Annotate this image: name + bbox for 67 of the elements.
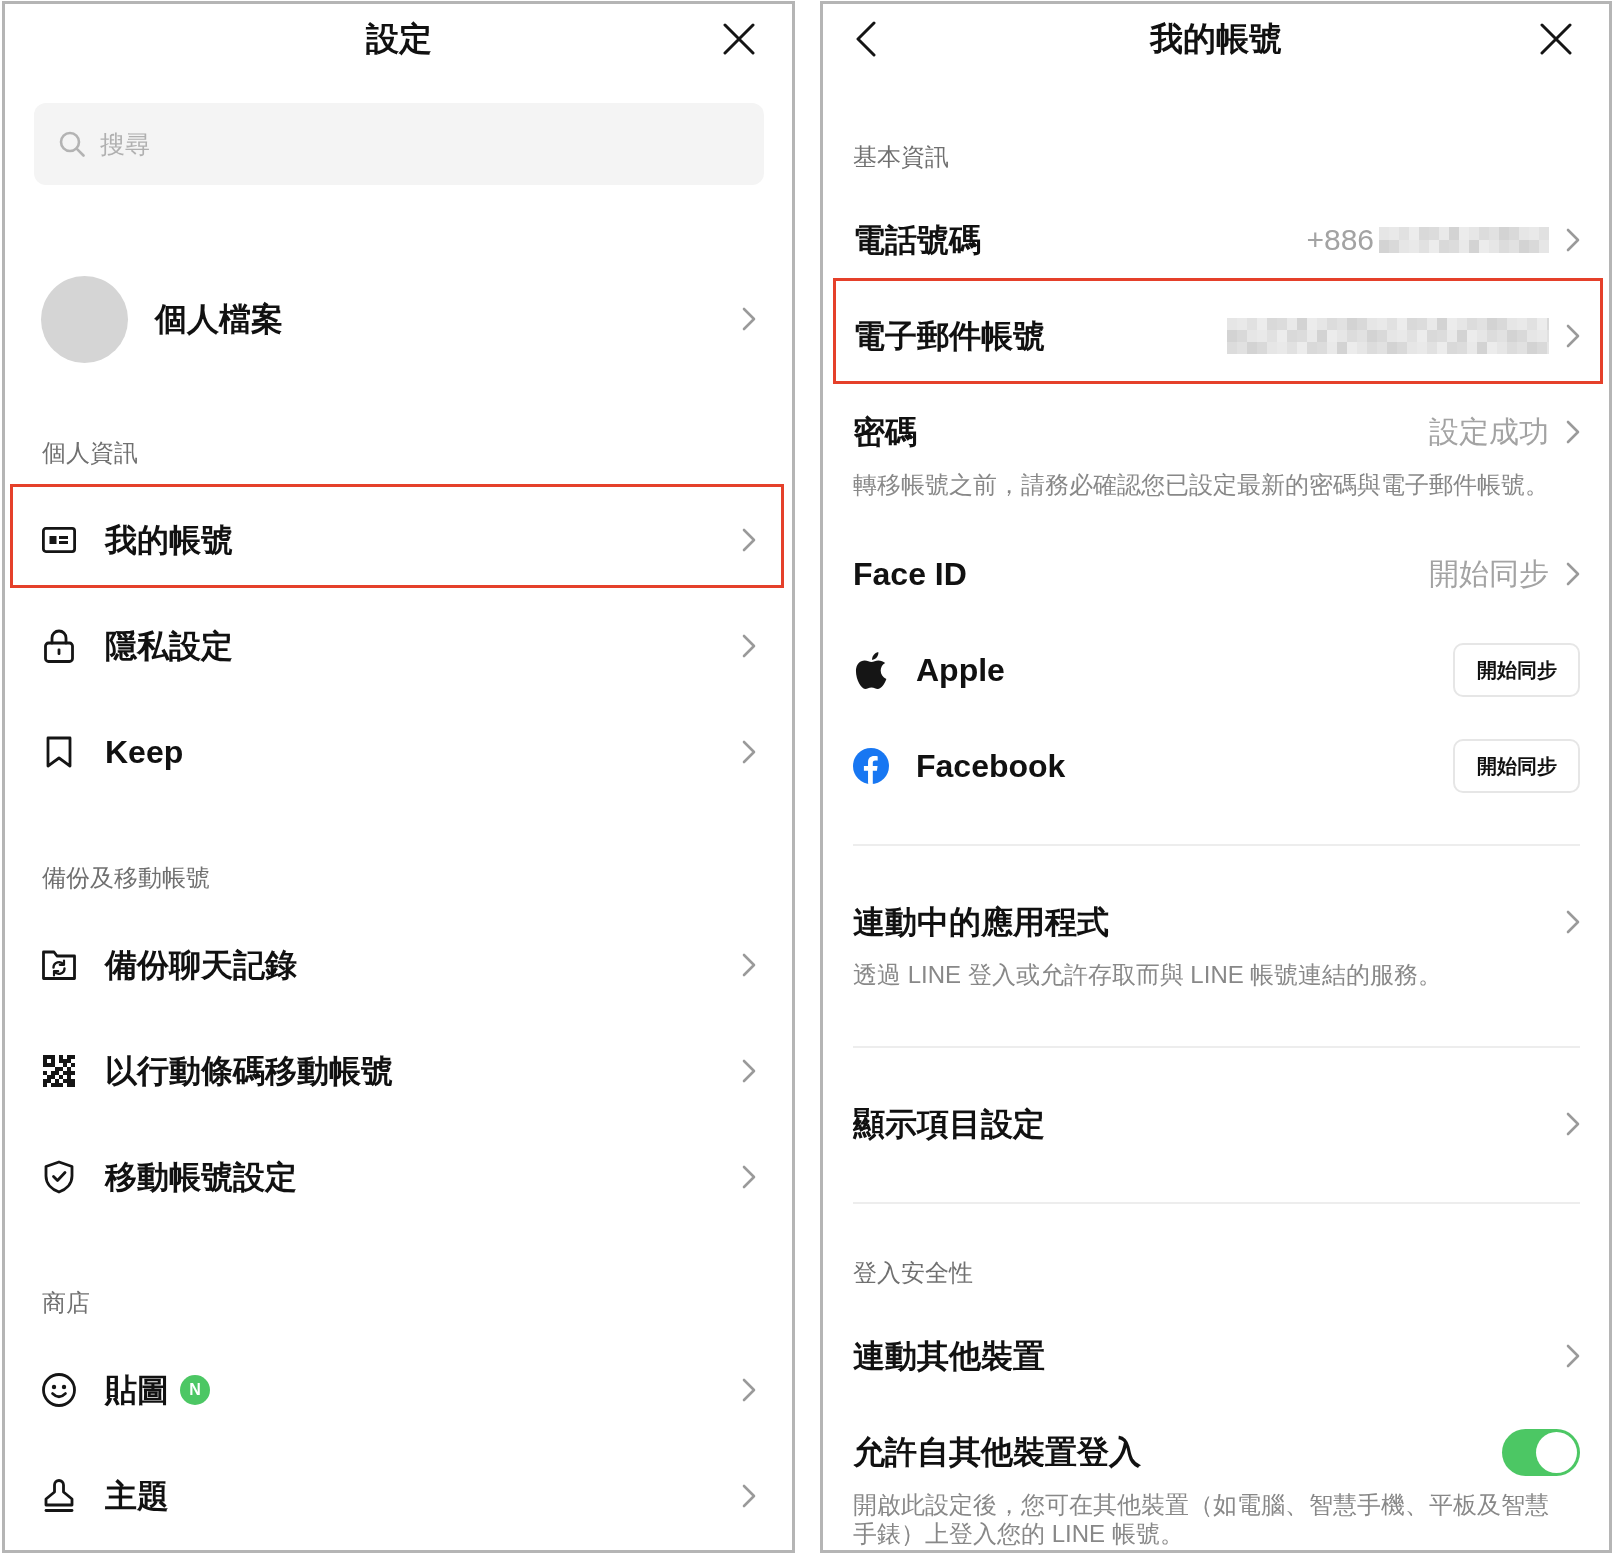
id-card-icon	[42, 527, 76, 553]
chevron-right-icon	[742, 1378, 756, 1402]
new-badge: N	[180, 1375, 210, 1405]
f-logo-icon	[853, 748, 889, 784]
account-label: Apple	[916, 650, 1005, 690]
item-value: +886	[1306, 222, 1374, 258]
screen-title: 我的帳號	[1150, 19, 1282, 59]
settings-row[interactable]: 隱私設定	[10, 593, 784, 699]
settings-row[interactable]: 連動其他裝置	[853, 1318, 1580, 1394]
back-icon[interactable]	[856, 21, 876, 57]
chevron-right-icon	[1566, 1112, 1580, 1136]
account-label: Facebook	[916, 746, 1066, 786]
settings-row[interactable]: 貼圖 N	[10, 1337, 784, 1443]
section-header: 備份及移動帳號	[41, 863, 211, 893]
bookmark-icon	[46, 736, 72, 768]
item-description: 轉移帳號之前，請務必確認您已設定最新的密碼與電子郵件帳號。	[853, 470, 1550, 499]
sync-button[interactable]: 開始同步	[1453, 643, 1580, 697]
smiley-icon	[42, 1373, 76, 1407]
settings-row[interactable]: 顯示項目設定	[853, 1086, 1580, 1162]
settings-row[interactable]: 我的帳號	[10, 487, 784, 593]
settings-row[interactable]: Keep	[10, 699, 784, 805]
settings-row[interactable]: 備份聊天記錄	[10, 912, 784, 1018]
chevron-right-icon	[742, 528, 756, 552]
chevron-right-icon	[1566, 324, 1580, 348]
section-header: 個人資訊	[41, 438, 139, 468]
settings-row[interactable]: 電子郵件帳號	[853, 298, 1580, 374]
item-value: 開始同步	[1429, 556, 1549, 592]
search-field[interactable]: 搜尋	[34, 103, 764, 185]
screen-title: 設定	[365, 19, 432, 59]
setting-label: 允許自其他裝置登入	[853, 1432, 1141, 1472]
item-description: 開啟此設定後，您可在其他裝置（如電腦、智慧手機、平板及智慧手錶）上登入您的 LINE 帳號。	[853, 1490, 1550, 1548]
chevron-right-icon	[1566, 562, 1580, 586]
folder-refresh-icon	[42, 950, 76, 980]
settings-row[interactable]: Face ID 開始同步	[853, 536, 1580, 612]
stamp-icon	[43, 1479, 75, 1513]
chevron-right-icon	[742, 740, 756, 764]
close-icon[interactable]	[723, 23, 755, 55]
chevron-right-icon	[1566, 910, 1580, 934]
shield-check-icon	[44, 1160, 74, 1194]
settings-row[interactable]: 密碼 設定成功	[853, 394, 1580, 470]
search-icon	[59, 131, 85, 157]
chevron-right-icon	[1566, 420, 1580, 444]
sync-button[interactable]: 開始同步	[1453, 739, 1580, 793]
chevron-right-icon	[742, 1059, 756, 1083]
settings-row[interactable]: 以行動條碼移動帳號	[10, 1018, 784, 1124]
chevron-right-icon	[1566, 1344, 1580, 1368]
section-header: 基本資訊	[852, 142, 950, 172]
settings-row[interactable]: 連動中的應用程式	[853, 884, 1580, 960]
apple-icon	[854, 650, 888, 690]
settings-row[interactable]: 電話號碼 +886	[853, 202, 1580, 278]
lock-icon	[44, 629, 74, 663]
chevron-right-icon	[742, 1165, 756, 1189]
toggle-switch[interactable]	[1502, 1428, 1580, 1476]
settings-row[interactable]: 移動帳號設定	[10, 1124, 784, 1230]
section-header: 商店	[41, 1288, 91, 1318]
chevron-right-icon	[742, 953, 756, 977]
section-header: 登入安全性	[852, 1258, 974, 1288]
chevron-right-icon	[742, 1484, 756, 1508]
chevron-right-icon	[742, 634, 756, 658]
item-value: 設定成功	[1429, 414, 1549, 450]
item-description: 透過 LINE 登入或允許存取而與 LINE 帳號連結的服務。	[853, 960, 1444, 989]
settings-row[interactable]: 主題	[10, 1443, 784, 1549]
close-icon[interactable]	[1540, 23, 1572, 55]
profile-row[interactable]: 個人檔案	[10, 258, 784, 380]
chevron-right-icon	[742, 307, 756, 331]
qr-code-icon	[43, 1055, 75, 1087]
chevron-right-icon	[1566, 228, 1580, 252]
